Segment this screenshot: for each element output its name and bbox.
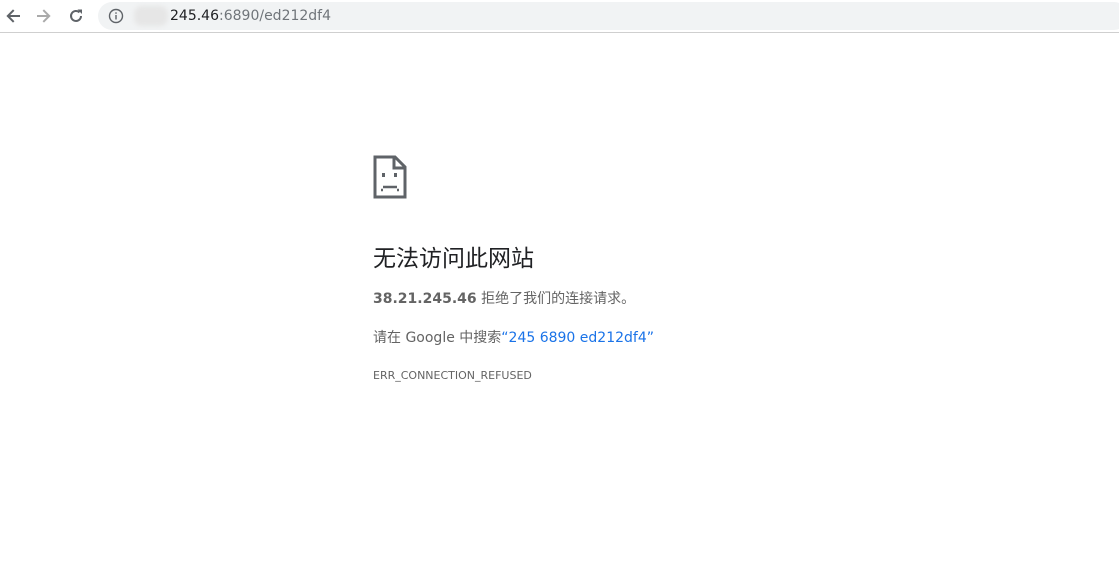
forward-button[interactable]	[31, 3, 57, 29]
search-suggestion: 请在 Google 中搜索“245 6890 ed212df4”	[373, 328, 973, 348]
error-host: 38.21.245.46	[373, 291, 477, 307]
url-host: 245.46	[170, 8, 219, 24]
url-text[interactable]: 245.46:6890/ed212df4	[170, 7, 331, 25]
google-search-link[interactable]: “245 6890 ed212df4”	[501, 330, 654, 346]
search-prefix: 请在 Google 中搜索	[373, 330, 502, 346]
url-path: :6890/ed212df4	[219, 8, 332, 24]
error-code: ERR_CONNECTION_REFUSED	[373, 369, 532, 382]
info-icon[interactable]	[108, 8, 124, 24]
error-content: 无法访问此网站 38.21.245.46 拒绝了我们的连接请求。 请在 Goog…	[373, 155, 973, 383]
forward-arrow-icon	[37, 9, 51, 23]
error-refused-text: 拒绝了我们的连接请求。	[476, 291, 636, 307]
back-button[interactable]	[0, 3, 26, 29]
url-redacted-part	[134, 6, 168, 26]
error-title: 无法访问此网站	[373, 246, 534, 272]
reload-icon	[70, 9, 82, 22]
error-message: 38.21.245.46 拒绝了我们的连接请求。	[373, 289, 973, 309]
reload-button[interactable]	[63, 3, 89, 29]
sad-page-icon	[373, 155, 407, 199]
browser-toolbar: 245.46:6890/ed212df4	[0, 0, 1119, 33]
back-arrow-icon	[6, 9, 20, 23]
address-bar[interactable]: 245.46:6890/ed212df4	[98, 2, 1119, 30]
